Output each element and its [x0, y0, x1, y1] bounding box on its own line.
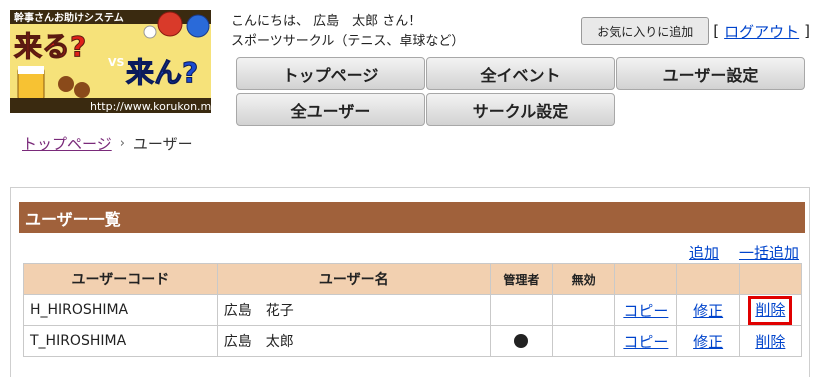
nav-all-users[interactable]: 全ユーザー — [236, 93, 425, 126]
col-user-code: ユーザーコード — [23, 263, 218, 295]
add-favorite-button[interactable]: お気に入りに追加 — [581, 17, 710, 45]
panel-title: ユーザー一覧 — [19, 202, 805, 233]
copy-link[interactable]: コピー — [623, 333, 668, 351]
table-header-row: ユーザーコード ユーザー名 管理者 無効 — [23, 263, 803, 295]
col-user-name: ユーザー名 — [216, 263, 491, 295]
col-delete — [738, 263, 803, 295]
breadcrumb-current: ユーザー — [132, 135, 193, 153]
logo-tagline: 幹事さんお助けシステム — [14, 11, 124, 24]
logo-url: http://www.korukon.me — [90, 100, 211, 113]
bulk-add-link[interactable]: 一括追加 — [739, 242, 799, 263]
main-nav: トップページ 全イベント ユーザー設定 全ユーザー サークル設定 — [236, 57, 807, 129]
greeting-block: こんにちは、 広島 太郎 さん！ スポーツサークル（テニス、卓球など） — [231, 12, 464, 52]
logo-word-1: 来る? — [14, 30, 86, 63]
admin-cell — [489, 325, 554, 357]
col-disabled: 無効 — [552, 263, 616, 295]
circle-name: スポーツサークル（テニス、卓球など） — [231, 34, 465, 49]
user-list-panel: ユーザー一覧 追加 一括追加 ユーザーコード ユーザー名 管理者 無効 H_HI… — [10, 187, 810, 377]
user-name-cell: 広島 花子 — [216, 294, 491, 326]
nav-circle-settings[interactable]: サークル設定 — [426, 93, 615, 126]
copy-link[interactable]: コピー — [623, 302, 668, 320]
edit-cell: 修正 — [676, 325, 740, 357]
bracket-open: [ — [713, 22, 720, 40]
breadcrumb-separator: › — [119, 136, 125, 151]
edit-link[interactable]: 修正 — [693, 302, 723, 320]
user-name-cell: 広島 太郎 — [216, 325, 491, 357]
admin-indicator-icon — [514, 334, 529, 348]
user-table: ユーザーコード ユーザー名 管理者 無効 H_HIROSHIMA 広島 花子 コ… — [23, 263, 803, 357]
delete-link[interactable]: 削除 — [755, 301, 785, 319]
nav-top-page[interactable]: トップページ — [236, 57, 425, 90]
user-code-cell: T_HIROSHIMA — [23, 325, 218, 357]
nav-all-events[interactable]: 全イベント — [426, 57, 615, 90]
disabled-cell — [552, 294, 616, 326]
table-row: H_HIROSHIMA 広島 花子 コピー 修正 削除 — [23, 294, 803, 326]
edit-link[interactable]: 修正 — [693, 333, 723, 351]
delete-link[interactable]: 削除 — [755, 333, 785, 351]
bracket-close: ] — [804, 22, 810, 40]
edit-cell: 修正 — [676, 294, 740, 326]
col-copy — [614, 263, 678, 295]
logout-link[interactable]: ログアウト — [724, 21, 799, 42]
admin-cell — [489, 294, 554, 326]
delete-cell: 削除 — [738, 294, 803, 326]
delete-highlight: 削除 — [748, 295, 793, 325]
breadcrumb-home[interactable]: トップページ — [22, 133, 112, 154]
add-user-link[interactable]: 追加 — [689, 242, 719, 263]
logo-word-2: 来ん? — [126, 56, 198, 89]
user-code-cell: H_HIROSHIMA — [23, 294, 218, 326]
top-actions: お気に入りに追加 [ ログアウト ] — [581, 17, 810, 45]
disabled-cell — [552, 325, 616, 357]
copy-cell: コピー — [614, 294, 678, 326]
site-logo[interactable]: 幹事さんお助けシステム 来る? VS 来ん? http://www.koruko… — [10, 10, 211, 113]
col-admin: 管理者 — [489, 263, 554, 295]
table-row: T_HIROSHIMA 広島 太郎 コピー 修正 削除 — [23, 325, 803, 357]
greeting-text: こんにちは、 広島 太郎 さん！ — [231, 14, 422, 29]
nav-user-settings[interactable]: ユーザー設定 — [616, 57, 805, 90]
delete-cell: 削除 — [738, 325, 803, 357]
breadcrumb: トップページ › ユーザー — [22, 133, 193, 154]
logo-vs: VS — [108, 56, 125, 69]
panel-actions: 追加 一括追加 — [689, 242, 799, 263]
col-edit — [676, 263, 740, 295]
copy-cell: コピー — [614, 325, 678, 357]
